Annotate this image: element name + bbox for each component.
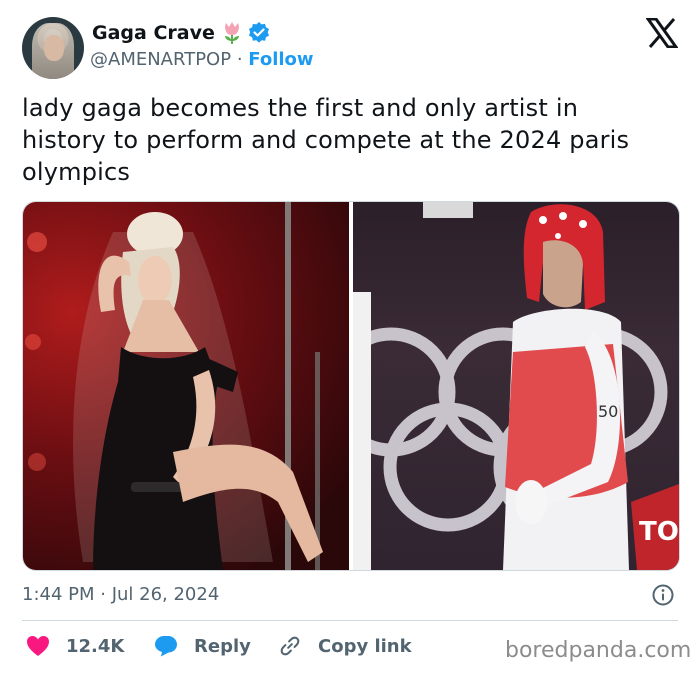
tweet-text: lady gaga becomes the first and only art… (22, 92, 682, 188)
performer-photo[interactable] (23, 202, 349, 570)
board-text: TO (639, 517, 679, 547)
info-icon[interactable] (652, 584, 674, 606)
watermark: boredpanda.com (505, 638, 692, 663)
copy-link-label: Copy link (318, 635, 412, 657)
reply-label: Reply (194, 635, 251, 657)
divider (22, 620, 678, 621)
like-button[interactable]: 12.4K (26, 635, 124, 657)
display-name[interactable]: Gaga Crave (92, 22, 215, 44)
timestamp[interactable]: 1:44 PM · Jul 26, 2024 (22, 584, 219, 605)
tweet-text-line: history to perform and compete at the 20… (22, 126, 630, 154)
athlete-illustration: 50 TO (326, 202, 679, 570)
copy-link-button[interactable]: Copy link (278, 635, 412, 657)
tulip-emoji-icon (225, 22, 239, 44)
follow-button[interactable]: Follow (248, 49, 313, 70)
tweet-media[interactable]: 50 TO (22, 201, 680, 571)
like-count: 12.4K (66, 635, 125, 657)
x-logo-icon[interactable] (646, 18, 678, 48)
avatar-face (44, 35, 64, 61)
separator: · (236, 49, 243, 70)
handle-line: @AMENARTPOP · Follow (90, 49, 314, 70)
avatar[interactable] (22, 17, 84, 79)
user-handle[interactable]: @AMENARTPOP (90, 49, 231, 70)
heart-icon (27, 636, 49, 656)
link-icon (280, 636, 300, 656)
tweet-text-line: olympics (22, 158, 131, 186)
athlete-photo[interactable]: 50 TO (326, 202, 679, 570)
tunic-number: 50 (598, 402, 618, 421)
verified-badge-icon (249, 22, 269, 43)
reply-button[interactable]: Reply (154, 635, 251, 657)
tweet-text-line: lady gaga becomes the first and only art… (22, 94, 579, 122)
reply-bubble-icon (155, 636, 177, 657)
performer-illustration (25, 202, 323, 570)
